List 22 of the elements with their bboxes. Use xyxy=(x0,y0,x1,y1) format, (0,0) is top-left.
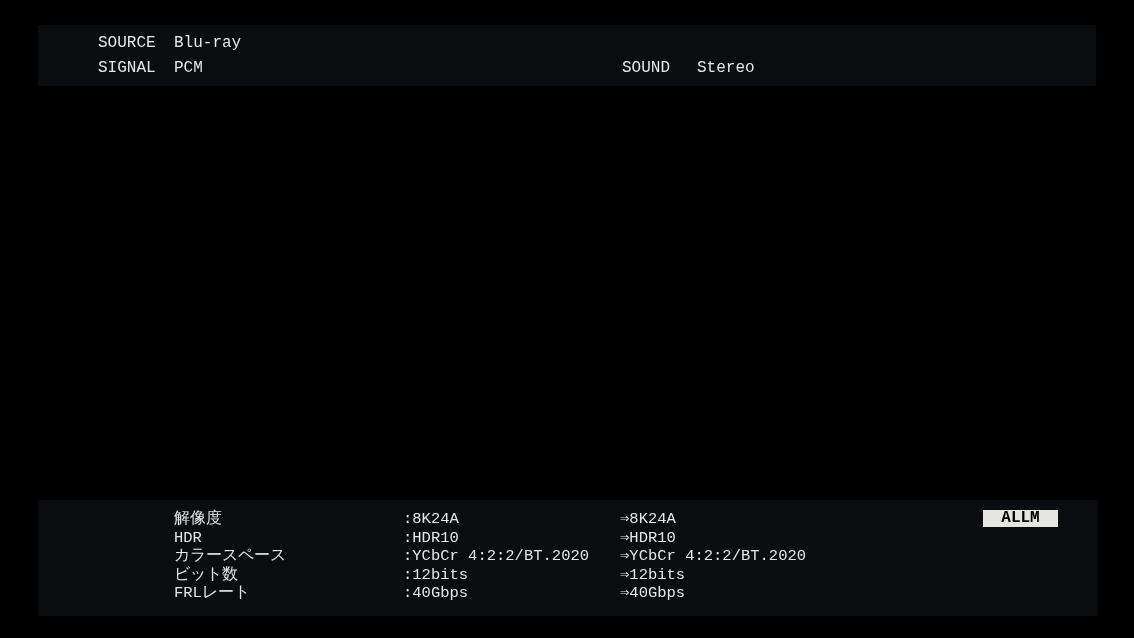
output-value: ⇒40Gbps xyxy=(620,584,687,603)
row-label: ビット数 xyxy=(174,565,239,585)
row-label: 解像度 xyxy=(174,510,223,529)
row-label: FRLレート xyxy=(174,584,251,603)
input-value: :HDR10 xyxy=(403,528,460,548)
input-value: :40Gbps xyxy=(403,584,470,603)
info-label: SIGNAL xyxy=(98,58,157,79)
row-label: HDR xyxy=(174,528,203,548)
info-value: Blu-ray xyxy=(174,33,243,54)
mode-badge: ALLM xyxy=(983,510,1058,527)
output-value: ⇒8K24A xyxy=(620,510,677,529)
row-label: カラースペース xyxy=(174,547,287,566)
output-value: ⇒12bits xyxy=(620,565,687,585)
info-label: SOURCE xyxy=(98,33,157,54)
info-label: SOUND xyxy=(622,58,671,79)
input-value: :8K24A xyxy=(403,510,460,529)
input-value: :12bits xyxy=(403,565,470,585)
output-value: ⇒YCbCr 4:2:2/BT.2020 xyxy=(620,547,807,566)
output-value: ⇒HDR10 xyxy=(620,528,677,548)
input-value: :YCbCr 4:2:2/BT.2020 xyxy=(403,547,591,566)
info-value: Stereo xyxy=(697,58,755,79)
info-value: PCM xyxy=(174,58,204,79)
